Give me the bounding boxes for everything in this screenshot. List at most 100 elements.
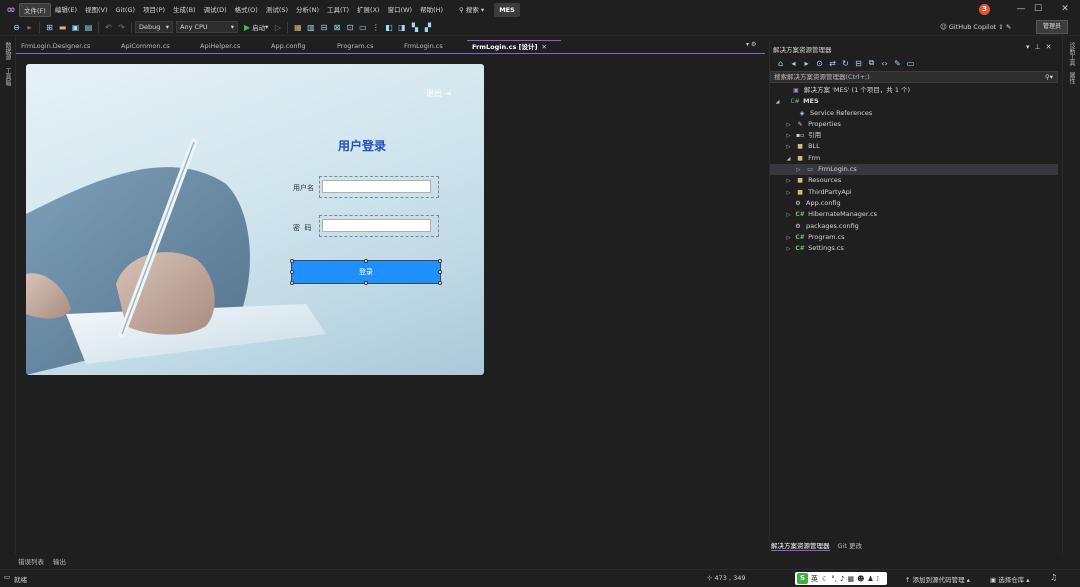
tree-item-resources[interactable]: ▷ ■ Resources <box>770 175 1058 186</box>
ime-moon-icon[interactable]: ☾ <box>822 575 828 583</box>
tab-frmlogin-designer[interactable]: FrmLogin.Designer.cs <box>16 40 116 53</box>
tree-item-packages-config[interactable]: ⚙ packages.config <box>770 221 1058 232</box>
tree-item-thirdpartyapi[interactable]: ▷ ■ ThirdPartyApi <box>770 187 1058 198</box>
toolbox-rail-tab[interactable]: 工具箱 <box>3 68 12 86</box>
solution-configuration-select[interactable]: Debug ▾ <box>135 21 173 33</box>
switch-views-icon[interactable]: ⌂ <box>774 57 787 70</box>
resize-handle[interactable] <box>438 259 442 263</box>
settings-gear-icon[interactable]: ⚙ <box>751 41 756 48</box>
collapsed-arrow-icon[interactable]: ▷ <box>784 176 793 187</box>
tree-item-settings[interactable]: ▷ C# Settings.cs <box>770 243 1058 254</box>
resize-handle[interactable] <box>364 281 368 285</box>
menu-tools[interactable]: 工具(T) <box>323 3 353 17</box>
menu-format[interactable]: 格式(O) <box>231 3 262 17</box>
tab-apicommon[interactable]: ApiCommon.cs <box>116 40 195 53</box>
start-debugging-button[interactable]: ▶ 启动 ▾ <box>244 22 268 33</box>
select-repository-button[interactable]: ▣ 选择仓库 ▴ <box>990 574 1030 584</box>
align-right-icon[interactable]: ⊡ <box>343 21 356 34</box>
undo-icon[interactable]: ↶ <box>102 21 115 34</box>
tab-solution-explorer[interactable]: 解决方案资源管理器 <box>771 540 830 551</box>
tab-frmlogin[interactable]: FrmLogin.cs <box>399 40 467 53</box>
close-window-button[interactable]: ✕ <box>1050 0 1080 19</box>
tab-program[interactable]: Program.cs <box>332 40 399 53</box>
expanded-arrow-icon[interactable]: ◢ <box>773 97 782 108</box>
diagnostic-tools-rail-tab[interactable]: 诊断工具 <box>1067 42 1076 66</box>
navigate-back-icon[interactable]: ⊖ <box>10 21 23 34</box>
menu-view[interactable]: 视图(V) <box>81 3 112 17</box>
ime-language[interactable]: 英 <box>811 574 818 584</box>
properties-wrench-icon[interactable]: ✎ <box>891 57 904 70</box>
align-left-icon[interactable]: ⊟ <box>317 21 330 34</box>
resize-handle[interactable] <box>290 281 294 285</box>
feedback-icon[interactable]: ✎ <box>1006 23 1011 31</box>
panel-dropdown-icon[interactable]: ▾ <box>1026 43 1035 51</box>
start-without-debugging-icon[interactable]: ▷ <box>271 21 284 34</box>
resize-handle[interactable] <box>438 281 442 285</box>
notifications-bell-icon[interactable]: ♫ <box>1050 573 1057 582</box>
menu-build[interactable]: 生成(B) <box>169 3 200 17</box>
resize-handle[interactable] <box>290 270 294 274</box>
spacing-icon[interactable]: ⋮ <box>369 21 382 34</box>
new-project-icon[interactable]: ⊞ <box>43 21 56 34</box>
maximize-button[interactable]: ☐ <box>1023 0 1053 19</box>
tab-frmlogin-design[interactable]: FrmLogin.cs [设计] ✕ <box>467 40 561 53</box>
collapse-all-icon[interactable]: ⊟ <box>852 57 865 70</box>
visual-studio-logo-icon[interactable]: ∞ <box>3 0 19 19</box>
forward-icon[interactable]: ▸ <box>800 57 813 70</box>
save-all-icon[interactable]: ▤ <box>82 21 95 34</box>
tree-item-service-references[interactable]: ◈ Service References <box>770 108 1058 119</box>
menu-extensions[interactable]: 扩展(X) <box>353 3 384 17</box>
add-to-source-control-button[interactable]: ↑ 添加到源代码管理 ▴ <box>905 574 970 584</box>
solution-name-badge[interactable]: MES <box>494 2 520 17</box>
pending-changes-filter-icon[interactable]: ⊙ <box>813 57 826 70</box>
solution-platform-select[interactable]: Any CPU ▾ <box>176 21 238 33</box>
menu-debug[interactable]: 调试(D) <box>200 3 231 17</box>
layout-icon[interactable]: ▥ <box>304 21 317 34</box>
ime-keyboard-icon[interactable]: ▦ <box>847 575 854 583</box>
collapsed-arrow-icon[interactable]: ▷ <box>784 142 793 153</box>
logout-button[interactable]: 退出 ⇥ <box>426 88 451 99</box>
input-method-toolbar[interactable]: S 英 ☾ °, ♪ ▦ ☻ ♟ ⁞ <box>795 572 887 585</box>
menu-file[interactable]: 文件(F) <box>19 2 51 17</box>
redo-icon[interactable]: ↷ <box>115 21 128 34</box>
tab-git-changes[interactable]: Git 更改 <box>838 540 862 551</box>
tab-app-config[interactable]: App.config <box>266 40 332 53</box>
menu-help[interactable]: 帮助(H) <box>416 3 447 17</box>
solution-search-input[interactable]: 搜索解决方案资源管理器(Ctrl+;) ⚲▾ <box>770 71 1058 83</box>
resize-handle[interactable] <box>438 270 442 274</box>
ime-mic-icon[interactable]: ♪ <box>840 575 844 583</box>
tree-item-bll[interactable]: ▷ ■ BLL <box>770 141 1058 152</box>
notification-badge[interactable]: 3 <box>979 4 990 15</box>
tree-item-references[interactable]: ▷ ▪▫ 引用 <box>770 130 1058 141</box>
collapsed-arrow-icon[interactable]: ▷ <box>784 210 793 221</box>
navigate-forward-icon[interactable]: ▸ <box>23 21 36 34</box>
browse-icon[interactable]: ▦ <box>291 21 304 34</box>
tree-item-properties[interactable]: ▷ ✎ Properties <box>770 119 1058 130</box>
close-panel-icon[interactable]: ✕ <box>1046 43 1057 51</box>
preview-selected-icon[interactable]: ▭ <box>904 57 917 70</box>
menu-window[interactable]: 窗口(W) <box>384 3 417 17</box>
tab-apihelper[interactable]: ApiHelper.cs <box>195 40 266 53</box>
tree-item-project-mes[interactable]: ◢ C# MES <box>770 96 1058 107</box>
refresh-icon[interactable]: ↻ <box>839 57 852 70</box>
properties-rail-tab[interactable]: 属性 <box>1067 72 1076 84</box>
align-center-icon[interactable]: ⊠ <box>330 21 343 34</box>
send-back-icon[interactable]: ◨ <box>395 21 408 34</box>
tab-error-list[interactable]: 错误列表 <box>18 556 44 566</box>
same-size-icon[interactable]: ▭ <box>356 21 369 34</box>
collapsed-arrow-icon[interactable]: ▷ <box>784 244 793 255</box>
menu-git[interactable]: Git(G) <box>112 3 140 17</box>
ime-grid-icon[interactable]: ⁞ <box>877 575 879 583</box>
tree-item-program[interactable]: ▷ C# Program.cs <box>770 232 1058 243</box>
sync-icon[interactable]: ⇄ <box>826 57 839 70</box>
github-copilot-button[interactable]: ☺ GitHub Copilot ⇪ ✎ <box>940 21 1011 34</box>
share-icon[interactable]: ⇪ <box>998 23 1003 31</box>
data-sources-rail-tab[interactable]: 数据源 <box>3 42 12 60</box>
ime-shirt-icon[interactable]: ♟ <box>867 575 873 583</box>
menu-edit[interactable]: 编辑(E) <box>51 3 81 17</box>
tree-item-app-config[interactable]: ⚙ App.config <box>770 198 1058 209</box>
ime-user-icon[interactable]: ☻ <box>857 575 864 583</box>
tab-dropdown-icon[interactable]: ▾ <box>746 41 749 48</box>
resize-handle[interactable] <box>290 259 294 263</box>
tree-item-hibernatemanager[interactable]: ▷ C# HibernateManager.cs <box>770 209 1058 220</box>
